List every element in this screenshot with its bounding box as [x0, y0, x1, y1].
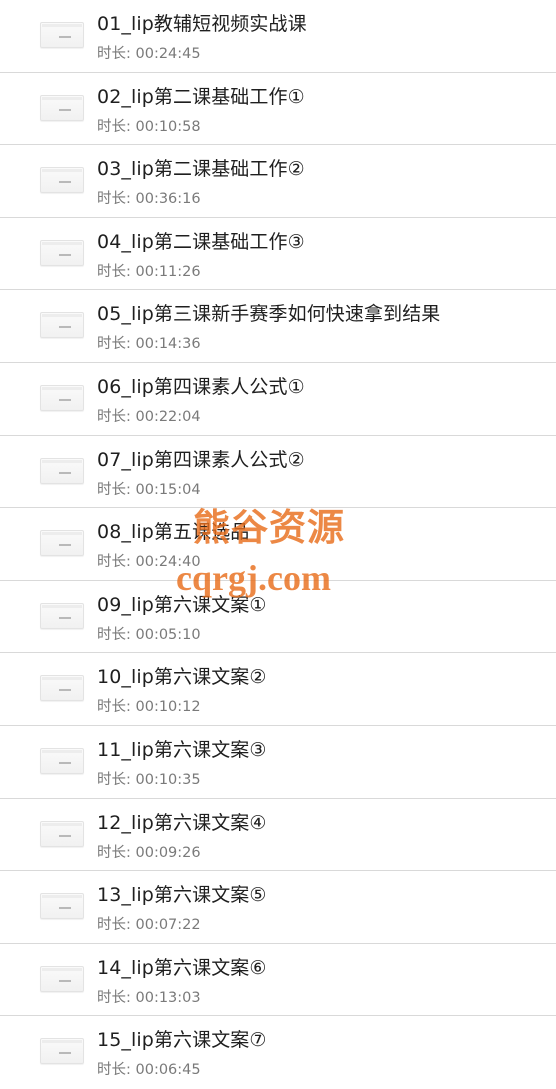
- file-duration: 时长: 00:05:10: [97, 623, 201, 644]
- file-duration: 时长: 00:06:45: [97, 1058, 201, 1079]
- file-row[interactable]: 04_lip第二课基础工作③ 时长: 00:11:26: [0, 218, 556, 291]
- video-file-icon: [40, 94, 84, 121]
- duration-label: 时长:: [97, 481, 136, 498]
- duration-value: 00:22:04: [135, 408, 201, 425]
- video-file-icon: [40, 602, 84, 629]
- file-name: 13_lip第六课文案⑤: [97, 884, 267, 907]
- file-name: 10_lip第六课文案②: [97, 666, 267, 689]
- file-name: 11_lip第六课文案③: [97, 738, 267, 761]
- file-row[interactable]: 14_lip第六课文案⑥ 时长: 00:13:03: [0, 944, 556, 1017]
- duration-value: 00:10:58: [135, 118, 201, 135]
- video-file-icon: [40, 747, 84, 774]
- duration-value: 00:14:36: [135, 336, 201, 353]
- video-file-icon: [40, 312, 84, 339]
- duration-value: 00:15:04: [135, 481, 201, 498]
- file-row[interactable]: 06_lip第四课素人公式① 时长: 00:22:04: [0, 363, 556, 436]
- duration-value: 00:11:26: [135, 263, 201, 280]
- file-duration: 时长: 00:13:03: [97, 986, 201, 1007]
- video-file-icon: [40, 675, 84, 702]
- file-name: 12_lip第六课文案④: [97, 811, 267, 834]
- video-file-icon: [40, 965, 84, 992]
- file-row[interactable]: 05_lip第三课新手赛季如何快速拿到结果 时长: 00:14:36: [0, 290, 556, 363]
- file-row[interactable]: 09_lip第六课文案① 时长: 00:05:10: [0, 581, 556, 654]
- file-row[interactable]: 02_lip第二课基础工作① 时长: 00:10:58: [0, 73, 556, 146]
- duration-label: 时长:: [97, 336, 136, 353]
- duration-value: 00:13:03: [135, 989, 201, 1006]
- duration-value: 00:07:22: [135, 917, 201, 934]
- duration-value: 00:10:35: [135, 771, 201, 788]
- duration-value: 00:24:45: [135, 46, 201, 62]
- file-duration: 时长: 00:10:58: [97, 115, 201, 136]
- file-row[interactable]: 03_lip第二课基础工作② 时长: 00:36:16: [0, 145, 556, 218]
- duration-label: 时长:: [97, 263, 136, 280]
- video-file-icon: [40, 530, 84, 557]
- file-duration: 时长: 00:10:35: [97, 768, 201, 789]
- duration-value: 00:05:10: [135, 626, 201, 643]
- file-duration: 时长: 00:24:40: [97, 550, 201, 571]
- video-file-icon: [40, 239, 84, 266]
- file-duration: 时长: 00:15:04: [97, 478, 201, 499]
- file-row[interactable]: 13_lip第六课文案⑤ 时长: 00:07:22: [0, 871, 556, 944]
- duration-label: 时长:: [97, 118, 136, 135]
- duration-value: 00:06:45: [135, 1062, 201, 1079]
- file-duration: 时长: 00:07:22: [97, 913, 201, 934]
- duration-label: 时长:: [97, 191, 136, 208]
- file-name: 04_lip第二课基础工作③: [97, 230, 305, 253]
- video-file-icon: [40, 1038, 84, 1065]
- file-name: 09_lip第六课文案①: [97, 593, 267, 616]
- file-row[interactable]: 08_lip第五课选品 时长: 00:24:40: [0, 508, 556, 581]
- duration-value: 00:09:26: [135, 844, 201, 861]
- file-duration: 时长: 00:24:45: [97, 42, 201, 63]
- file-row[interactable]: 07_lip第四课素人公式② 时长: 00:15:04: [0, 436, 556, 509]
- file-row[interactable]: 01_lip教辅短视频实战课 时长: 00:24:45: [0, 0, 556, 73]
- video-file-list: 01_lip教辅短视频实战课 时长: 00:24:45 02_lip第二课基础工作①…: [0, 0, 556, 1089]
- duration-label: 时长:: [97, 554, 136, 571]
- video-file-icon: [40, 167, 84, 194]
- file-duration: 时长: 00:36:16: [97, 187, 201, 208]
- file-name: 07_lip第四课素人公式②: [97, 448, 305, 471]
- duration-value: 00:24:40: [135, 554, 201, 571]
- file-name: 15_lip第六课文案⑦: [97, 1029, 267, 1052]
- file-duration: 时长: 00:22:04: [97, 405, 201, 426]
- duration-label: 时长:: [97, 46, 136, 62]
- duration-label: 时长:: [97, 1062, 136, 1079]
- duration-label: 时长:: [97, 699, 136, 716]
- file-duration: 时长: 00:11:26: [97, 260, 201, 281]
- video-file-icon: [40, 22, 84, 48]
- duration-label: 时长:: [97, 771, 136, 788]
- file-name: 06_lip第四课素人公式①: [97, 375, 305, 398]
- file-name: 05_lip第三课新手赛季如何快速拿到结果: [97, 303, 441, 326]
- file-name: 02_lip第二课基础工作①: [97, 85, 305, 108]
- file-duration: 时长: 00:14:36: [97, 332, 201, 353]
- file-name: 01_lip教辅短视频实战课: [97, 13, 307, 35]
- duration-label: 时长:: [97, 844, 136, 861]
- duration-label: 时长:: [97, 989, 136, 1006]
- video-file-icon: [40, 384, 84, 411]
- duration-value: 00:10:12: [135, 699, 201, 716]
- video-file-icon: [40, 820, 84, 847]
- file-duration: 时长: 00:09:26: [97, 841, 201, 862]
- duration-label: 时长:: [97, 408, 136, 425]
- video-file-icon: [40, 893, 84, 920]
- duration-label: 时长:: [97, 626, 136, 643]
- file-row[interactable]: 12_lip第六课文案④ 时长: 00:09:26: [0, 799, 556, 872]
- duration-label: 时长:: [97, 917, 136, 934]
- file-name: 03_lip第二课基础工作②: [97, 158, 305, 181]
- file-name: 08_lip第五课选品: [97, 521, 250, 544]
- file-row[interactable]: 15_lip第六课文案⑦ 时长: 00:06:45: [0, 1016, 556, 1089]
- file-row[interactable]: 10_lip第六课文案② 时长: 00:10:12: [0, 653, 556, 726]
- duration-value: 00:36:16: [135, 191, 201, 208]
- file-duration: 时长: 00:10:12: [97, 695, 201, 716]
- video-file-icon: [40, 457, 84, 484]
- file-name: 14_lip第六课文案⑥: [97, 956, 267, 979]
- file-row[interactable]: 11_lip第六课文案③ 时长: 00:10:35: [0, 726, 556, 799]
